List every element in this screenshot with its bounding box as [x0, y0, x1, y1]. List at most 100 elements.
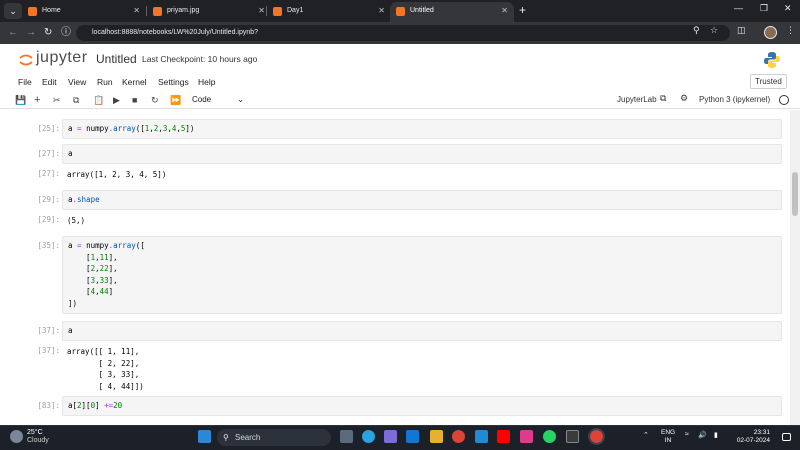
weather-temperature[interactable]: 25°C: [27, 429, 43, 436]
info-icon[interactable]: ⓘ: [61, 26, 71, 40]
browser-tab-untitled[interactable]: Untitled ✕: [390, 2, 514, 22]
notebook-panel[interactable]: [25]: a = numpy.array([1,2,3,4,5]) [27]:…: [0, 110, 790, 425]
jupyter-wordmark[interactable]: jupyter: [36, 49, 88, 67]
input-prompt: [27]:: [37, 149, 60, 158]
input-prompt: [83]:: [37, 401, 60, 410]
menu-settings[interactable]: Settings: [158, 77, 189, 87]
code-editor[interactable]: a = numpy.array([ [1,11], [2,22], [3,33]…: [62, 236, 782, 314]
address-bar[interactable]: localhost:8888/notebooks/LW%20July/Untit…: [76, 25, 730, 41]
python-logo-icon: [764, 52, 780, 68]
chrome-icon[interactable]: [452, 430, 465, 443]
forward-icon[interactable]: →: [26, 26, 36, 40]
close-tab-icon[interactable]: ✕: [133, 2, 140, 20]
trusted-indicator[interactable]: Trusted: [750, 74, 787, 89]
whatsapp-icon[interactable]: [543, 430, 556, 443]
edge-icon[interactable]: [406, 430, 419, 443]
gear-icon[interactable]: ⚙: [680, 93, 688, 104]
vertical-scrollbar[interactable]: [790, 110, 800, 425]
menu-view[interactable]: View: [68, 77, 86, 87]
windows-taskbar: [0, 425, 800, 450]
battery-icon[interactable]: ▮: [714, 431, 718, 439]
profile-avatar[interactable]: [764, 26, 777, 39]
menu-run[interactable]: Run: [97, 77, 113, 87]
close-tab-icon[interactable]: ✕: [258, 2, 265, 20]
teams-icon[interactable]: [384, 430, 397, 443]
zoom-icon[interactable]: ⚲: [693, 25, 700, 36]
task-view-icon[interactable]: [340, 430, 353, 443]
code-editor[interactable]: a.shape: [62, 190, 782, 210]
external-link-icon[interactable]: ⧉: [660, 93, 666, 104]
file-explorer-icon[interactable]: [430, 430, 443, 443]
browser-menu-icon[interactable]: ⋮: [786, 25, 795, 36]
last-checkpoint: Last Checkpoint: 10 hours ago: [142, 54, 258, 64]
output-text: (5,): [67, 216, 86, 225]
extensions-icon[interactable]: ◫: [737, 25, 746, 36]
minimize-icon[interactable]: —: [734, 3, 743, 13]
code-editor[interactable]: a = numpy.array([1,2,3,4,5]): [62, 119, 782, 139]
code-editor[interactable]: a: [62, 321, 782, 341]
terminal-icon[interactable]: [566, 430, 579, 443]
taskbar-search[interactable]: ⚲ Search: [217, 429, 331, 446]
notebook-title[interactable]: Untitled: [96, 52, 137, 66]
scrollbar-thumb[interactable]: [792, 172, 798, 216]
cloud-icon[interactable]: [10, 430, 23, 443]
weather-condition[interactable]: Cloudy: [27, 437, 49, 444]
jupyter-favicon-icon: [273, 7, 282, 16]
language-indicator[interactable]: ENG IN: [661, 429, 675, 445]
menu-kernel[interactable]: Kernel: [122, 77, 147, 87]
kernel-name[interactable]: Python 3 (ipykernel): [699, 95, 770, 104]
code-editor[interactable]: a: [62, 144, 782, 164]
windows-start-icon[interactable]: [198, 430, 211, 443]
volume-icon[interactable]: 🔊: [698, 431, 707, 439]
menu-edit[interactable]: Edit: [42, 77, 57, 87]
browser-tab-home[interactable]: Home ✕: [22, 2, 146, 22]
stop-icon[interactable]: ■: [132, 93, 137, 107]
restart-icon[interactable]: ↻: [151, 93, 159, 107]
output-text: array([1, 2, 3, 4, 5]): [67, 170, 167, 179]
back-icon[interactable]: ←: [8, 26, 18, 40]
jupyter-favicon-icon: [396, 7, 405, 16]
cell-type-value: Code: [192, 95, 212, 104]
search-placeholder: Search: [235, 433, 261, 442]
browser-toolbar: ← → ↻ ⓘ localhost:8888/notebooks/LW%20Ju…: [0, 22, 800, 44]
reload-icon[interactable]: ↻: [44, 26, 52, 40]
jupyter-logo-icon[interactable]: [18, 52, 34, 68]
youtube-icon[interactable]: [497, 430, 510, 443]
paste-icon[interactable]: 📋: [93, 93, 104, 107]
cut-icon[interactable]: ✂: [53, 93, 61, 107]
input-prompt: [37]:: [37, 326, 60, 335]
copy-icon[interactable]: ⧉: [73, 93, 79, 107]
system-clock[interactable]: 23:31 02-07-2024: [736, 429, 770, 445]
browser-tab-day1[interactable]: Day1 ✕: [267, 2, 391, 22]
wifi-icon[interactable]: ≈: [685, 431, 689, 438]
menu-help[interactable]: Help: [198, 77, 215, 87]
tab-title: Day1: [287, 7, 304, 14]
code-editor[interactable]: a[2][0] +=20: [62, 396, 782, 416]
url-text: localhost:8888/notebooks/LW%20July/Untit…: [92, 29, 259, 36]
tray-chevron-up-icon[interactable]: ⌃: [643, 431, 649, 439]
close-tab-icon[interactable]: ✕: [378, 2, 385, 20]
output-line: [ 4, 44]]): [67, 381, 144, 391]
cell-type-select[interactable]: Code ⌄: [192, 93, 248, 107]
notification-icon[interactable]: [782, 433, 791, 441]
instagram-icon[interactable]: [520, 430, 533, 443]
browser-tab-strip: ⌄ Home ✕ priyam.jpg ✕ Day1 ✕ Untitled ✕ …: [0, 0, 800, 22]
vscode-icon[interactable]: [475, 430, 488, 443]
run-icon[interactable]: ▶: [113, 93, 120, 107]
telegram-icon[interactable]: [362, 430, 375, 443]
jupyter-favicon-icon: [28, 7, 37, 16]
tab-search-chevron-icon[interactable]: ⌄: [4, 3, 22, 19]
close-tab-icon[interactable]: ✕: [501, 2, 508, 20]
chrome-active-icon[interactable]: [588, 428, 605, 445]
close-window-icon[interactable]: ✕: [784, 3, 792, 14]
new-tab-icon[interactable]: +: [519, 3, 526, 17]
save-icon[interactable]: 💾: [15, 93, 26, 107]
bookmark-star-icon[interactable]: ☆: [710, 25, 718, 36]
fast-forward-icon[interactable]: ⏩: [170, 93, 181, 107]
open-in-jupyterlab-link[interactable]: JupyterLab: [617, 95, 657, 104]
add-cell-icon[interactable]: +: [34, 93, 40, 107]
restore-icon[interactable]: ❐: [760, 3, 768, 14]
browser-tab-priyam[interactable]: priyam.jpg ✕: [147, 2, 271, 22]
kernel-status-icon: [779, 95, 789, 105]
menu-file[interactable]: File: [18, 77, 32, 87]
